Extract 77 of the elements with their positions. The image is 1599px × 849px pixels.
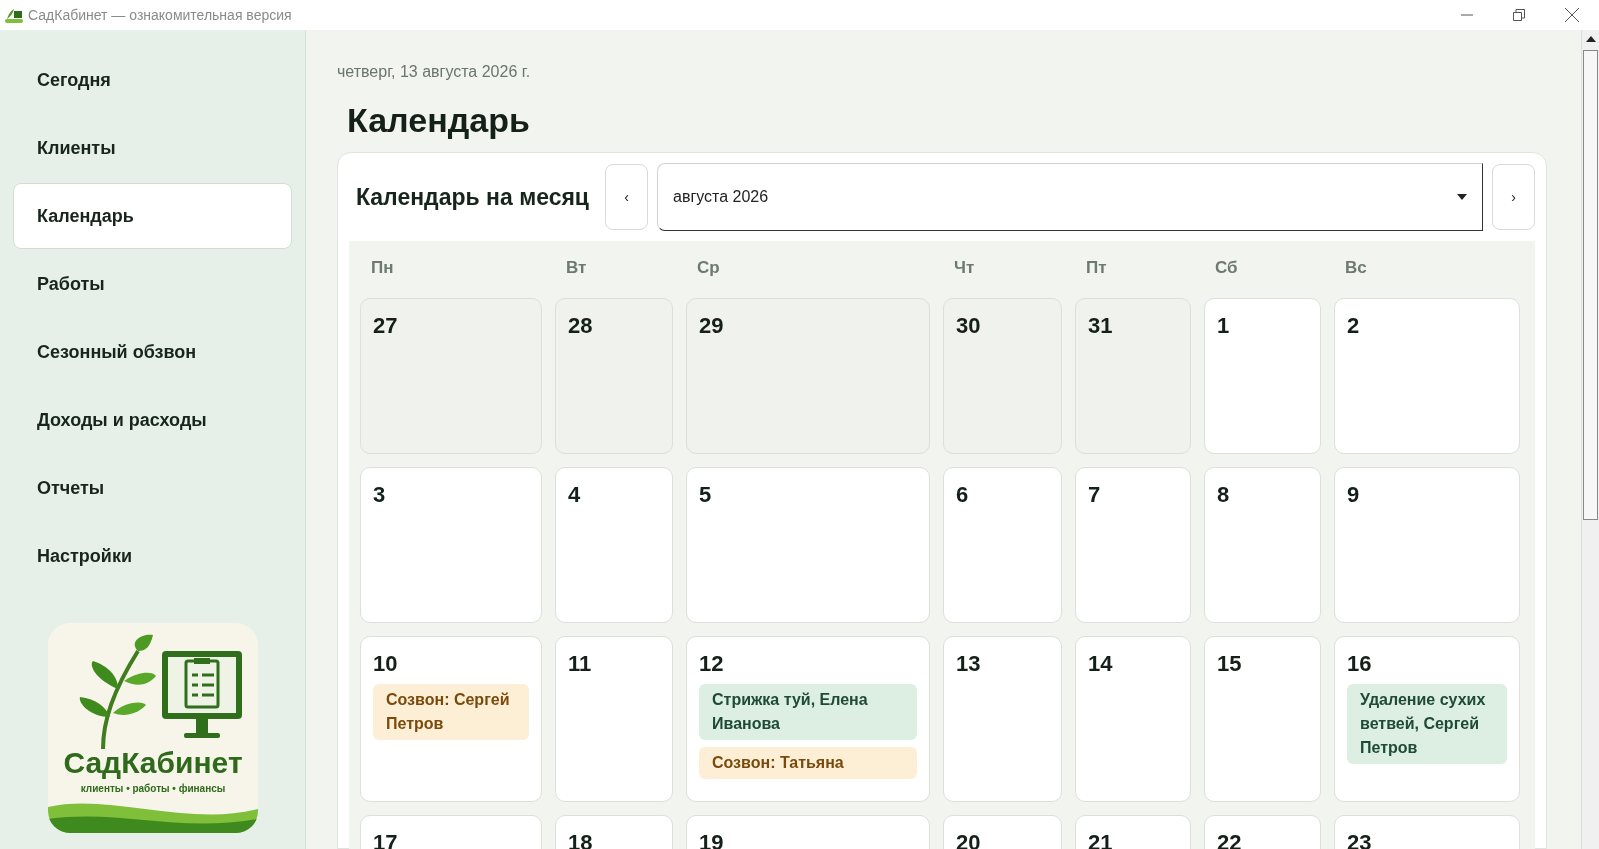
day-number: 7: [1088, 482, 1102, 508]
day-number: 15: [1217, 651, 1243, 677]
day-cell[interactable]: 6: [943, 467, 1062, 623]
day-cell[interactable]: 13: [943, 636, 1062, 802]
day-cell[interactable]: 15: [1204, 636, 1321, 802]
scroll-up-icon[interactable]: [1585, 36, 1596, 42]
nav-item[interactable]: Работы: [13, 251, 292, 317]
day-cell[interactable]: 14: [1075, 636, 1191, 802]
day-number: 16: [1347, 651, 1373, 677]
day-number: 11: [568, 651, 593, 677]
restore-icon[interactable]: [1513, 9, 1525, 21]
day-cell[interactable]: 16 Удаление сухих ветвей, Сергей Петров: [1334, 636, 1520, 802]
day-number: 12: [699, 651, 725, 677]
page-heading: Календарь: [347, 100, 531, 140]
current-date: четверг, 13 августа 2026 г.: [337, 62, 532, 82]
nav-item[interactable]: Доходы и расходы: [13, 387, 292, 453]
month-select[interactable]: августа 2026: [657, 163, 1483, 231]
card-title: Календарь на месяц: [356, 182, 589, 212]
nav-item[interactable]: Сегодня: [13, 47, 292, 113]
day-cell[interactable]: 8: [1204, 467, 1321, 623]
day-cell[interactable]: 3: [360, 467, 542, 623]
calendar-event[interactable]: Созвон: Татьяна: [699, 747, 917, 779]
calendar-event[interactable]: Стрижка туй, Елена Иванова: [699, 684, 917, 740]
next-month-button[interactable]: ›: [1492, 164, 1535, 230]
window-title: СадКабинет — ознакомительная версия: [28, 5, 292, 25]
scroll-thumb[interactable]: [1583, 50, 1598, 520]
day-number: 31: [1088, 313, 1114, 339]
day-cell[interactable]: 30: [943, 298, 1062, 454]
day-number: 8: [1217, 482, 1231, 508]
day-cell[interactable]: 28: [555, 298, 673, 454]
close-icon[interactable]: [1565, 8, 1579, 22]
day-cell[interactable]: 7: [1075, 467, 1191, 623]
day-cell[interactable]: 10 Созвон: Сергей Петров: [360, 636, 542, 802]
day-number: 4: [568, 482, 582, 508]
logo-tagline: клиенты • работы • финансы: [80, 782, 226, 796]
day-number: 28: [568, 313, 594, 339]
nav-item[interactable]: Отчеты: [13, 455, 292, 521]
weekday-label: Пт: [1085, 257, 1108, 280]
nav-item[interactable]: Клиенты: [13, 115, 292, 181]
day-number: 5: [699, 482, 713, 508]
day-cell[interactable]: 27: [360, 298, 542, 454]
day-cell[interactable]: 5: [686, 467, 930, 623]
previous-month-button[interactable]: ‹: [605, 164, 648, 230]
day-number: 29: [699, 313, 725, 339]
day-number: 10: [373, 651, 399, 677]
day-cell[interactable]: 9: [1334, 467, 1520, 623]
nav-item[interactable]: Сезонный обзвон: [13, 319, 292, 385]
weekday-label: Вс: [1344, 257, 1368, 280]
day-number: 6: [956, 482, 970, 508]
day-number: 2: [1347, 313, 1361, 339]
weekday-label: Чт: [953, 257, 976, 280]
calendar-event[interactable]: Удаление сухих ветвей, Сергей Петров: [1347, 684, 1507, 764]
scrollbar[interactable]: [1581, 30, 1599, 849]
day-number: 1: [1217, 313, 1231, 339]
day-number: 3: [373, 482, 387, 508]
day-cell[interactable]: 1: [1204, 298, 1321, 454]
day-cell[interactable]: 4: [555, 467, 673, 623]
day-cell[interactable]: 11: [555, 636, 673, 802]
logo-name: СадКабинет: [63, 747, 243, 779]
day-number: 9: [1347, 482, 1361, 508]
dropdown-arrow-icon: [1457, 194, 1467, 200]
day-cell[interactable]: 31: [1075, 298, 1191, 454]
weekday-label: Ср: [696, 257, 721, 280]
day-cell[interactable]: 2: [1334, 298, 1520, 454]
day-number: 30: [956, 313, 982, 339]
day-number: 13: [956, 651, 982, 677]
day-cell[interactable]: 12 Стрижка туй, Елена Иванова Созвон: Татьяна: [686, 636, 930, 802]
weekday-label: Вт: [565, 257, 588, 280]
day-cell[interactable]: 29: [686, 298, 930, 454]
day-number: 14: [1088, 651, 1114, 677]
weekday-label: Пн: [370, 257, 395, 280]
nav-item[interactable]: Настройки: [13, 523, 292, 589]
weekday-label: Сб: [1214, 257, 1239, 280]
app-icon: [5, 7, 23, 23]
day-number: 27: [373, 313, 399, 339]
nav-item[interactable]: Календарь: [13, 183, 292, 249]
calendar-event[interactable]: Созвон: Сергей Петров: [373, 684, 529, 740]
